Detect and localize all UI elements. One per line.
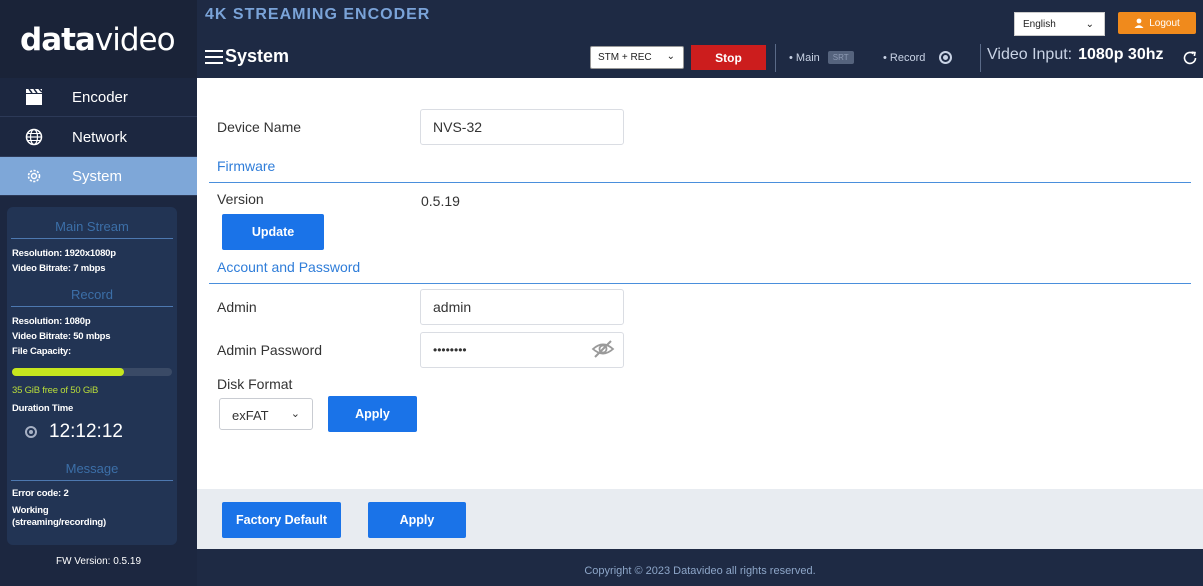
password-mask: •••••••• <box>433 343 467 357</box>
divider <box>980 44 981 72</box>
record-title: Record <box>71 287 113 302</box>
error-code: Error code: 2 <box>12 488 69 499</box>
user-icon <box>1134 18 1144 28</box>
mode-value: STM + REC <box>598 52 652 63</box>
admin-label: Admin <box>217 299 257 315</box>
page-title: System <box>225 46 290 66</box>
chevron-down-icon: ⌄ <box>666 51 675 62</box>
video-input-status: Video Input: 1080p 30hz <box>987 46 1164 64</box>
sidebar: datavideo Encoder Network System Main St… <box>0 0 197 586</box>
globe-icon <box>24 127 44 147</box>
video-input-value: 1080p 30hz <box>1078 46 1164 63</box>
firmware-section-title: Firmware <box>217 158 276 174</box>
logout-label: Logout <box>1149 17 1180 29</box>
system-settings-panel: Device Name NVS-32 Firmware Version 0.5.… <box>197 78 1203 489</box>
sidebar-item-label: System <box>72 167 123 185</box>
divider <box>11 480 173 481</box>
sidebar-item-encoder[interactable]: Encoder <box>0 78 197 117</box>
mode-select[interactable]: STM + REC ⌄ <box>590 46 684 69</box>
section-divider <box>209 182 1191 183</box>
srt-badge: SRT <box>827 51 854 64</box>
product-name: 4K STREAMING ENCODER <box>205 6 431 23</box>
duration-display: 12:12:12 <box>25 421 123 443</box>
capacity-bar-fill <box>12 368 124 376</box>
main-indicator-label: • Main <box>789 51 820 64</box>
message-title: Message <box>65 461 119 476</box>
file-capacity-label: File Capacity: <box>12 346 71 357</box>
record-indicator-label: • Record <box>883 51 926 64</box>
record-resolution: Resolution: 1080p <box>12 316 91 327</box>
record-indicator: • Record <box>883 51 953 64</box>
top-bar: 4K STREAMING ENCODER System English ⌄ Lo… <box>197 0 1203 78</box>
action-bar: Factory Default Apply <box>197 489 1203 549</box>
main-resolution: Resolution: 1920x1080p <box>12 248 116 259</box>
update-button[interactable]: Update <box>222 214 324 250</box>
duration-label: Duration Time <box>12 403 74 414</box>
version-value: 0.5.19 <box>421 193 460 209</box>
main-stream-indicator: • Main SRT <box>789 51 854 64</box>
sidebar-item-label: Encoder <box>72 88 128 106</box>
language-select[interactable]: English ⌄ <box>1014 12 1105 36</box>
record-dot-icon <box>25 426 37 438</box>
admin-password-label: Admin Password <box>217 342 323 358</box>
datavideo-logo: datavideo <box>0 0 197 78</box>
gear-icon <box>24 166 44 186</box>
hamburger-menu-icon[interactable] <box>205 50 223 64</box>
divider <box>775 44 776 72</box>
language-value: English <box>1023 19 1056 30</box>
chevron-down-icon: ⌄ <box>1085 19 1094 30</box>
disk-format-label: Disk Format <box>217 376 293 392</box>
sidebar-item-system[interactable]: System <box>0 157 197 196</box>
disk-format-value: exFAT <box>232 408 269 423</box>
divider <box>11 238 173 239</box>
capacity-text: 35 GiB free of 50 GiB <box>12 385 99 396</box>
account-section-title: Account and Password <box>217 259 361 275</box>
factory-default-button[interactable]: Factory Default <box>222 502 341 538</box>
sidebar-item-label: Network <box>72 128 128 146</box>
logo-bold: data <box>20 22 96 58</box>
working-status-detail: (streaming/recording) <box>12 517 106 528</box>
version-label: Version <box>217 191 264 207</box>
chevron-down-icon: ⌄ <box>290 408 300 420</box>
device-name-label: Device Name <box>217 119 302 135</box>
admin-username-input[interactable]: admin <box>420 289 624 325</box>
record-status-icon <box>939 51 953 64</box>
capacity-bar <box>12 368 172 376</box>
copyright: Copyright © 2023 Datavideo all rights re… <box>197 549 1203 586</box>
working-status: Working <box>12 505 49 516</box>
logo-thin: video <box>94 22 176 58</box>
status-panel: Main Stream Resolution: 1920x1080p Video… <box>7 207 177 545</box>
stop-button[interactable]: Stop <box>691 45 766 70</box>
video-input-label: Video Input: <box>987 46 1073 63</box>
admin-password-input[interactable]: •••••••• <box>420 332 624 368</box>
record-bitrate: Video Bitrate: 50 mbps <box>12 331 111 342</box>
logout-button[interactable]: Logout <box>1118 12 1196 34</box>
fw-version: FW Version: 0.5.19 <box>55 556 142 567</box>
main-stream-title: Main Stream <box>55 219 129 234</box>
clapper-icon <box>24 87 44 107</box>
disk-format-apply-button[interactable]: Apply <box>328 396 417 432</box>
apply-button[interactable]: Apply <box>368 502 466 538</box>
divider <box>11 306 173 307</box>
section-divider <box>209 283 1191 284</box>
refresh-icon[interactable] <box>1181 49 1199 67</box>
sidebar-item-network[interactable]: Network <box>0 118 197 157</box>
duration-value: 12:12:12 <box>49 421 123 442</box>
disk-format-select[interactable]: exFAT ⌄ <box>219 398 313 430</box>
device-name-input[interactable]: NVS-32 <box>420 109 624 145</box>
main-bitrate: Video Bitrate: 7 mbps <box>12 263 106 274</box>
eye-slash-icon[interactable] <box>591 339 615 359</box>
